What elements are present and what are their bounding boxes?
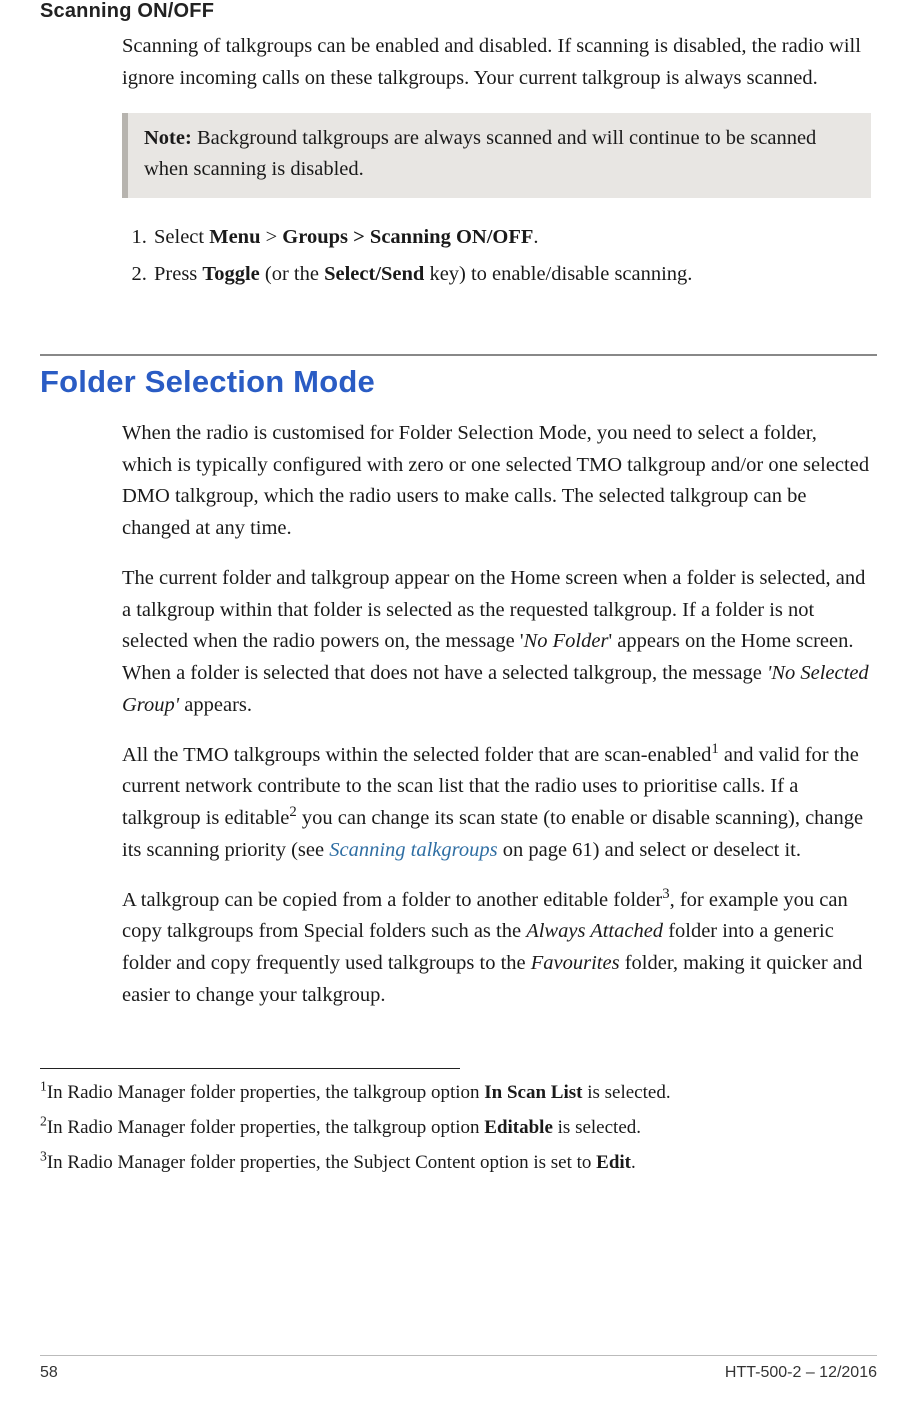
page-footer: 58 HTT-500-2 – 12/2016	[40, 1355, 877, 1382]
footnote-1-num: 1	[40, 1078, 47, 1093]
page-number: 58	[40, 1364, 58, 1382]
steps-list: Select Menu > Groups > Scanning ON/OFF. …	[122, 220, 871, 292]
footnote-ref-3: 3	[662, 886, 669, 902]
fsm-p2-nofolder: No Folder	[524, 630, 609, 652]
fsm-p4: A talkgroup can be copied from a folder …	[122, 885, 871, 1012]
footnote-2-c: is selected.	[553, 1117, 641, 1138]
fsm-p3-d: on page 61) and select or deselect it.	[498, 839, 801, 861]
footnotes-block: 1In Radio Manager folder properties, the…	[40, 1077, 877, 1179]
footnote-2-num: 2	[40, 1114, 47, 1129]
step1-text-e: .	[533, 226, 538, 248]
heading-folder-selection-mode: Folder Selection Mode	[40, 364, 877, 400]
step2-text-e: key) to enable/disable scanning.	[424, 263, 692, 285]
note-box: Note: Background talkgroups are always s…	[122, 113, 871, 199]
step2-toggle: Toggle	[202, 263, 259, 285]
step1-menu: Menu	[209, 226, 260, 248]
footnote-3-c: .	[631, 1152, 636, 1173]
footnote-1-c: is selected.	[582, 1082, 670, 1103]
step-1: Select Menu > Groups > Scanning ON/OFF.	[152, 220, 871, 255]
step-2: Press Toggle (or the Select/Send key) to…	[152, 257, 871, 292]
fsm-p1: When the radio is customised for Folder …	[122, 418, 871, 545]
footnote-3-num: 3	[40, 1149, 47, 1164]
footnote-2-b: Editable	[484, 1117, 553, 1138]
note-body: Background talkgroups are always scanned…	[144, 127, 816, 181]
footnote-3-b: Edit	[596, 1152, 631, 1173]
section-divider	[40, 354, 877, 356]
fsm-p4-a: A talkgroup can be copied from a folder …	[122, 889, 662, 911]
fsm-p3-a: All the TMO talkgroups within the select…	[122, 744, 711, 766]
footnote-2: 2In Radio Manager folder properties, the…	[40, 1112, 877, 1143]
fsm-p4-favourites: Favourites	[531, 952, 620, 974]
note-label: Note:	[144, 127, 192, 149]
footnote-1-b: In Scan List	[484, 1082, 582, 1103]
doc-id: HTT-500-2 – 12/2016	[725, 1364, 877, 1382]
step2-selectsend: Select/Send	[324, 263, 424, 285]
fsm-p2: The current folder and talkgroup appear …	[122, 563, 871, 722]
step1-text-c: >	[260, 226, 282, 248]
heading-scanning-onoff: Scanning ON/OFF	[40, 0, 877, 23]
footnote-3-a: In Radio Manager folder properties, the …	[47, 1152, 596, 1173]
footnote-1: 1In Radio Manager folder properties, the…	[40, 1077, 877, 1108]
para-scanning-intro: Scanning of talkgroups can be enabled an…	[122, 31, 871, 95]
fsm-p4-always-attached: Always Attached	[526, 920, 663, 942]
footnote-1-a: In Radio Manager folder properties, the …	[47, 1082, 484, 1103]
footnote-ref-1: 1	[711, 741, 718, 757]
step2-text-a: Press	[154, 263, 202, 285]
footnote-2-a: In Radio Manager folder properties, the …	[47, 1117, 484, 1138]
footnote-ref-2: 2	[289, 804, 296, 820]
step1-path: Groups > Scanning ON/OFF	[282, 226, 533, 248]
footnote-divider	[40, 1068, 460, 1069]
fsm-p2-e: appears.	[179, 694, 252, 716]
link-scanning-talkgroups[interactable]: Scanning talkgroups	[329, 839, 497, 861]
footnote-3: 3In Radio Manager folder properties, the…	[40, 1147, 877, 1178]
step2-text-c: (or the	[260, 263, 324, 285]
step1-text-a: Select	[154, 226, 209, 248]
fsm-p3: All the TMO talkgroups within the select…	[122, 740, 871, 867]
